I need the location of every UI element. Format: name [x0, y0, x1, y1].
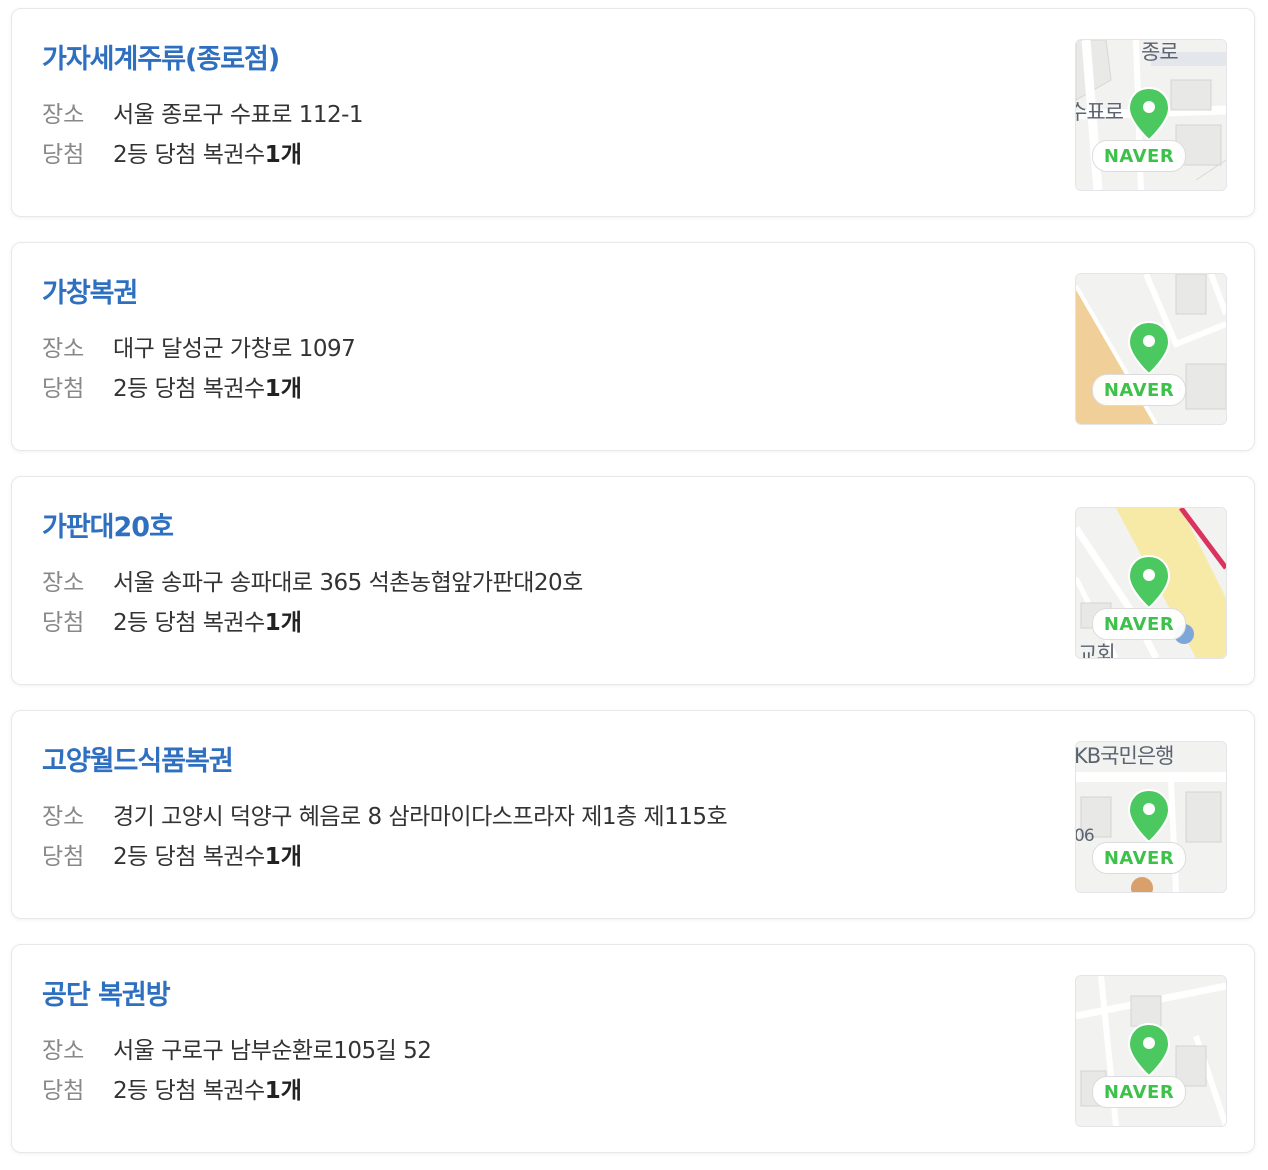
address-row: 장소 경기 고양시 덕양구 혜음로 8 삼라마이다스프라자 제1층 제115호	[42, 799, 728, 830]
map-place-label: 교회	[1078, 642, 1116, 659]
store-name-link[interactable]: 가창복권	[42, 271, 138, 310]
location-pin-icon	[1127, 320, 1171, 376]
win-count: 1개	[264, 1078, 302, 1104]
win-count: 1개	[264, 610, 302, 636]
store-name-link[interactable]: 고양월드식품복권	[42, 739, 234, 778]
win-row: 당첨 2등 당첨 복권수 1개	[42, 839, 302, 870]
win-row: 당첨 2등 당첨 복권수 1개	[42, 137, 302, 168]
map-place-label: 06	[1075, 826, 1095, 846]
win-text: 2등 당첨 복권수	[113, 844, 265, 870]
naver-logo: NAVER	[1092, 608, 1186, 640]
map-thumbnail[interactable]: NAVER	[1075, 975, 1227, 1127]
store-name-link[interactable]: 가자세계주류(종로점)	[42, 37, 280, 76]
address-value: 서울 종로구 수표로 112-1	[113, 102, 364, 128]
address-label: 장소	[42, 336, 85, 362]
address-value: 서울 구로구 남부순환로105길 52	[113, 1038, 432, 1064]
naver-logo: NAVER	[1092, 140, 1186, 172]
win-label: 당첨	[42, 142, 85, 168]
naver-logo: NAVER	[1092, 1076, 1186, 1108]
win-count: 1개	[264, 376, 302, 402]
win-count: 1개	[264, 142, 302, 168]
win-text: 2등 당첨 복권수	[113, 1078, 265, 1104]
address-row: 장소 서울 종로구 수표로 112-1	[42, 97, 364, 128]
win-text: 2등 당첨 복권수	[113, 610, 265, 636]
map-thumbnail[interactable]: 교회 NAVER	[1075, 507, 1227, 659]
address-value: 서울 송파구 송파대로 365 석촌농협앞가판대20호	[113, 570, 583, 596]
address-label: 장소	[42, 804, 85, 830]
win-label: 당첨	[42, 844, 85, 870]
address-label: 장소	[42, 570, 85, 596]
store-name-link[interactable]: 공단 복권방	[42, 973, 171, 1012]
map-place-label: KB국민은행	[1075, 744, 1174, 768]
location-pin-icon	[1127, 554, 1171, 610]
map-thumbnail[interactable]: KB국민은행 06 NAVER	[1075, 741, 1227, 893]
win-row: 당첨 2등 당첨 복권수 1개	[42, 605, 302, 636]
address-label: 장소	[42, 102, 85, 128]
location-pin-icon	[1127, 788, 1171, 844]
store-card[interactable]: 고양월드식품복권 장소 경기 고양시 덕양구 혜음로 8 삼라마이다스프라자 제…	[11, 710, 1255, 919]
map-place-label: 수표로	[1076, 100, 1124, 124]
map-thumbnail[interactable]: NAVER	[1075, 273, 1227, 425]
map-place-label: 종로	[1141, 40, 1179, 64]
naver-logo: NAVER	[1092, 842, 1186, 874]
win-text: 2등 당첨 복권수	[113, 142, 265, 168]
store-card[interactable]: 가창복권 장소 대구 달성군 가창로 1097 당첨 2등 당첨 복권수 1개	[11, 242, 1255, 451]
address-row: 장소 서울 송파구 송파대로 365 석촌농협앞가판대20호	[42, 565, 583, 596]
location-pin-icon	[1127, 1022, 1171, 1078]
store-card[interactable]: 공단 복권방 장소 서울 구로구 남부순환로105길 52 당첨 2등 당첨 복…	[11, 944, 1255, 1153]
win-label: 당첨	[42, 610, 85, 636]
address-label: 장소	[42, 1038, 85, 1064]
address-row: 장소 서울 구로구 남부순환로105길 52	[42, 1033, 432, 1064]
naver-logo: NAVER	[1092, 374, 1186, 406]
address-value: 경기 고양시 덕양구 혜음로 8 삼라마이다스프라자 제1층 제115호	[113, 804, 728, 830]
win-label: 당첨	[42, 376, 85, 402]
address-value: 대구 달성군 가창로 1097	[113, 336, 356, 362]
address-row: 장소 대구 달성군 가창로 1097	[42, 331, 356, 362]
win-row: 당첨 2등 당첨 복권수 1개	[42, 371, 302, 402]
location-pin-icon	[1127, 86, 1171, 142]
map-thumbnail[interactable]: 종로 수표로 NAVER	[1075, 39, 1227, 191]
win-row: 당첨 2등 당첨 복권수 1개	[42, 1073, 302, 1104]
win-label: 당첨	[42, 1078, 85, 1104]
store-card[interactable]: 가자세계주류(종로점) 장소 서울 종로구 수표로 112-1 당첨 2등 당첨…	[11, 8, 1255, 217]
store-card[interactable]: 가판대20호 장소 서울 송파구 송파대로 365 석촌농협앞가판대20호 당첨…	[11, 476, 1255, 685]
store-name-link[interactable]: 가판대20호	[42, 505, 174, 544]
win-count: 1개	[264, 844, 302, 870]
win-text: 2등 당첨 복권수	[113, 376, 265, 402]
store-list: 가자세계주류(종로점) 장소 서울 종로구 수표로 112-1 당첨 2등 당첨…	[0, 0, 1268, 1170]
